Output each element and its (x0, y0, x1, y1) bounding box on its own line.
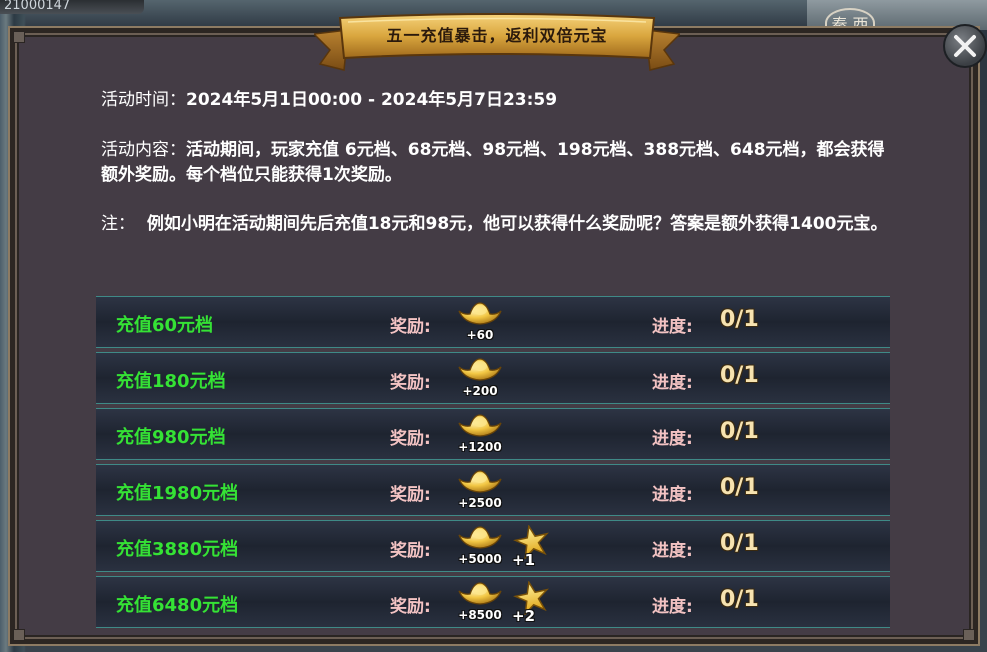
reward-tier-row: 充值980元档 奖励: +1200 进度: 0/1 (96, 408, 890, 460)
tier-title: 充值3880元档 (116, 539, 239, 560)
reward-tier-row: 充值60元档 奖励: +60 进度: 0/1 (96, 296, 890, 348)
ingot-amount: +60 (466, 328, 494, 342)
gold-star-icon[interactable]: +1 (510, 525, 558, 571)
banner-title: 五一充值暴击，返利双倍元宝 (386, 26, 608, 45)
star-amount: +2 (512, 607, 536, 625)
reward-tier-row: 充值3880元档 奖励: +5000 +1 进度: 0/1 (96, 520, 890, 572)
progress-value: 0/1 (720, 531, 759, 556)
progress-label: 进度: (652, 485, 693, 505)
progress-label: 进度: (652, 541, 693, 561)
frame-rivet (13, 31, 25, 43)
progress-value: 0/1 (720, 587, 759, 612)
reward-label: 奖励: (390, 373, 431, 393)
ingot-amount: +2500 (458, 496, 502, 510)
gold-ingot-icon[interactable]: +8500 (456, 581, 504, 627)
reward-label: 奖励: (390, 317, 431, 337)
close-icon (954, 35, 976, 57)
event-note-value: 例如小明在活动期间先后充值18元和98元，他可以获得什么奖励呢？答案是额外获得1… (146, 214, 888, 234)
progress-label: 进度: (652, 429, 693, 449)
reward-tier-row: 充值6480元档 奖励: +8500 +2 进度: 0/1 (96, 576, 890, 628)
ingot-amount: +200 (462, 384, 498, 398)
progress-value: 0/1 (720, 363, 759, 388)
gold-ingot-icon[interactable]: +1200 (456, 413, 504, 459)
gold-ingot-icon[interactable]: +60 (456, 301, 504, 347)
reward-label: 奖励: (390, 541, 431, 561)
tier-title: 充值1980元档 (116, 483, 239, 504)
progress-value: 0/1 (720, 475, 759, 500)
frame-rivet (963, 629, 975, 641)
gold-ingot-icon[interactable]: +200 (456, 357, 504, 403)
reward-tier-list: 充值60元档 奖励: +60 进度: 0/1 充值180元档 奖励: +200 进度: 0/1 充值… (96, 296, 890, 632)
event-content-label: 活动内容： (101, 140, 186, 160)
frame-rivet (13, 629, 25, 641)
progress-label: 进度: (652, 317, 693, 337)
event-content-value: 活动期间，玩家充值 6元档、68元档、98元档、198元档、388元档、648元… (101, 140, 885, 185)
reward-label: 奖励: (390, 597, 431, 617)
progress-label: 进度: (652, 597, 693, 617)
reward-label: 奖励: (390, 429, 431, 449)
progress-value: 0/1 (720, 419, 759, 444)
reward-tier-row: 充值1980元档 奖励: +2500 进度: 0/1 (96, 464, 890, 516)
event-time-label: 活动时间： (101, 90, 186, 110)
tier-title: 充值6480元档 (116, 595, 239, 616)
gold-ingot-icon[interactable]: +5000 (456, 525, 504, 571)
resource-counter: 21000147 (0, 0, 144, 14)
event-content: 活动内容：活动期间，玩家充值 6元档、68元档、98元档、198元档、388元档… (101, 138, 891, 188)
gold-star-icon[interactable]: +2 (510, 581, 558, 627)
ingot-amount: +5000 (458, 552, 502, 566)
progress-value: 0/1 (720, 307, 759, 332)
tier-title: 充值980元档 (116, 427, 226, 448)
close-button[interactable] (943, 24, 987, 68)
tier-title: 充值180元档 (116, 371, 226, 392)
event-note: 注： 例如小明在活动期间先后充值18元和98元，他可以获得什么奖励呢？答案是额外… (101, 212, 901, 237)
progress-label: 进度: (652, 373, 693, 393)
event-time: 活动时间：2024年5月1日00:00 - 2024年5月7日23:59 (101, 88, 901, 113)
gold-ingot-icon[interactable]: +2500 (456, 469, 504, 515)
tier-title: 充值60元档 (116, 315, 214, 336)
ingot-amount: +1200 (458, 440, 502, 454)
title-banner: 五一充值暴击，返利双倍元宝 (314, 12, 680, 76)
reward-tier-row: 充值180元档 奖励: +200 进度: 0/1 (96, 352, 890, 404)
event-note-label: 注： (101, 214, 135, 234)
ingot-amount: +8500 (458, 608, 502, 622)
event-time-value: 2024年5月1日00:00 - 2024年5月7日23:59 (186, 90, 558, 110)
star-amount: +1 (512, 551, 536, 569)
reward-label: 奖励: (390, 485, 431, 505)
